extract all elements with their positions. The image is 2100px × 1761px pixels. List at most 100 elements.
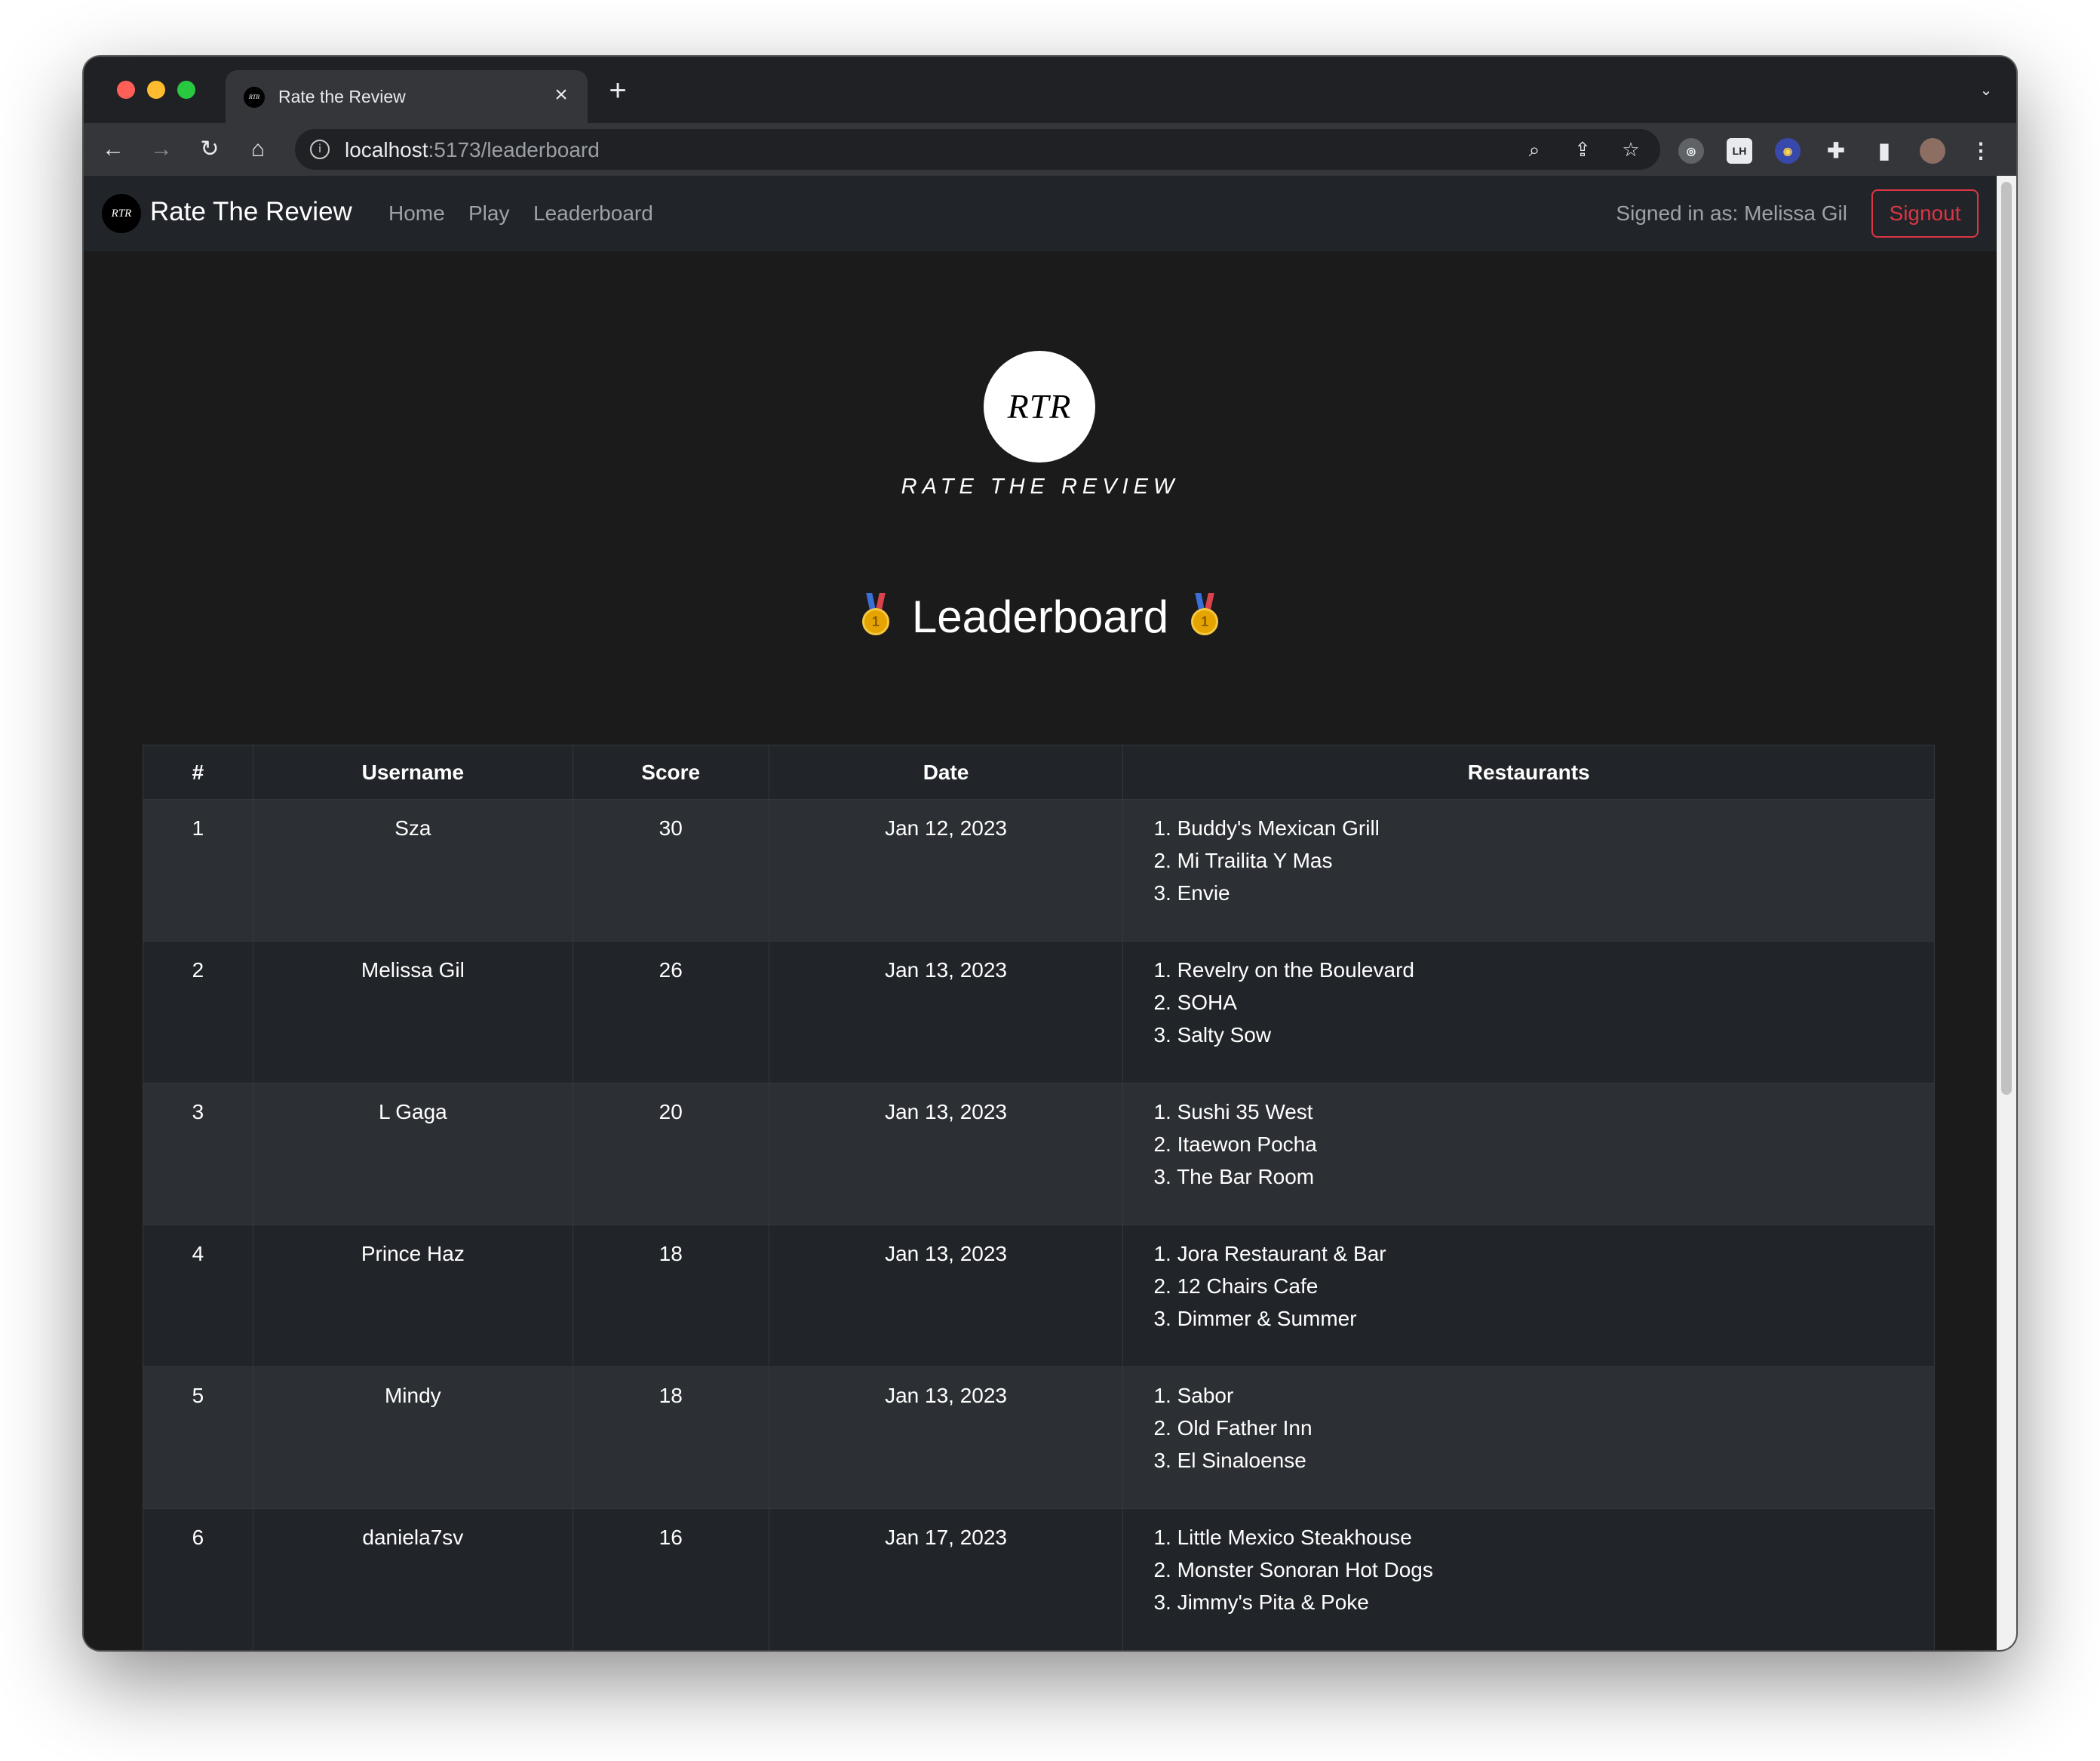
extension-glasses-icon[interactable]: ◎ [1678,138,1704,164]
browser-toolbar: ← → ↻ ⌂ i localhost:5173/leaderboard ⌕ ⇪… [84,123,2016,176]
column-header-username: Username [252,745,573,800]
date-cell: Jan 17, 2023 [768,1508,1124,1650]
brand-name-link[interactable]: Rate The Review [150,197,352,227]
extension-color-icon[interactable]: ◉ [1775,138,1801,164]
nav-home-link[interactable]: Home [388,201,445,226]
username-cell: Mindy [252,1366,573,1509]
tab-search-chevron-icon[interactable]: ⌄ [1977,81,1995,99]
date-cell: Jan 13, 2023 [768,1083,1124,1225]
column-header-date: Date [768,745,1124,800]
score-cell: 26 [572,941,769,1083]
tab-title: Rate the Review [278,87,406,106]
leaderboard-heading: 1 Leaderboard 1 [84,591,1997,643]
leaderboard-title: Leaderboard [911,592,1169,642]
restaurant-item: 3. Salty Sow [1153,1023,1272,1046]
signed-in-text: Signed in as: Melissa Gil [1616,201,1847,225]
score-cell: 18 [572,1225,769,1367]
nav-leaderboard-link[interactable]: Leaderboard [533,201,653,226]
rank-cell: 6 [143,1508,253,1650]
restaurants-cell: 1. Revelry on the Boulevard 2. SOHA 3. Sal… [1122,941,1935,1083]
username-cell: daniela7sv [252,1508,573,1650]
restaurant-item: 3. Jimmy's Pita & Poke [1153,1590,1369,1614]
restaurant-item: 1. Buddy's Mexican Grill [1153,816,1380,840]
page-viewport: RTR Rate The Review Home Play Leaderboar… [84,176,1997,1650]
score-cell: 20 [572,1083,769,1225]
hero-tagline: RATE THE REVIEW [901,475,1180,499]
username-cell: Melissa Gil [252,941,573,1083]
date-cell: Jan 13, 2023 [768,1366,1124,1509]
restaurant-item: 3. Envie [1153,881,1230,905]
rank-cell: 2 [143,941,253,1083]
score-cell: 30 [572,799,769,942]
date-cell: Jan 12, 2023 [768,799,1124,942]
restaurant-item: 1. Sushi 35 West [1153,1100,1313,1123]
column-header-restaurants: Restaurants [1122,745,1935,800]
restaurant-item: 2. 12 Chairs Cafe [1153,1274,1319,1298]
signout-button[interactable]: Signout [1871,189,1979,238]
table-row: 5 Mindy 18 Jan 13, 2023 1. Sabor 2. Old Fathe… [143,1366,1935,1509]
restaurant-item: 3. The Bar Room [1153,1165,1315,1188]
rank-cell: 4 [143,1225,253,1367]
restaurants-cell: 1. Sabor 2. Old Father Inn 3. El Sinaloens… [1122,1366,1935,1509]
date-cell: Jan 13, 2023 [768,1225,1124,1367]
restaurant-item: 3. Dimmer & Summer [1153,1307,1357,1330]
nav-play-link[interactable]: Play [468,201,509,226]
tab-strip: RTR Rate the Review × + ⌄ [84,57,2016,123]
site-navbar: RTR Rate The Review Home Play Leaderboar… [84,176,1997,251]
address-url[interactable]: localhost:5173/leaderboard [345,138,600,162]
username-cell: Sza [252,799,573,942]
hero-logo: RTR [984,351,1095,463]
rank-cell: 5 [143,1366,253,1509]
restaurant-item: 2. Mi Trailita Y Mas [1153,849,1333,872]
table-row: 6 daniela7sv 16 Jan 17, 2023 1. Little Mexic… [143,1508,1935,1650]
browser-tab[interactable]: RTR Rate the Review × [226,70,588,123]
restaurant-item: 1. Little Mexico Steakhouse [1153,1526,1412,1549]
extensions-puzzle-icon[interactable]: ✚ [1823,138,1849,164]
site-info-icon[interactable]: i [310,140,330,159]
extension-lh-icon[interactable]: LH [1727,138,1752,164]
tab-close-icon[interactable]: × [550,84,573,106]
close-window-button[interactable] [117,81,135,99]
rank-cell: 1 [143,799,253,942]
table-row: 1 Sza 30 Jan 12, 2023 1. Buddy's Mexican Gri… [143,799,1935,942]
new-tab-icon[interactable]: + [604,75,631,106]
forward-arrow-icon[interactable]: → [147,135,176,164]
leaderboard-table: # Username Score Date Restaurants 1 Sza 30… [143,745,1935,1650]
restaurant-item: 2. Itaewon Pocha [1153,1133,1317,1156]
table-header-row: # Username Score Date Restaurants [143,745,1935,800]
tab-favicon-icon: RTR [244,87,265,108]
restaurant-item: 1. Sabor [1153,1384,1234,1407]
share-icon[interactable]: ⇪ [1570,137,1595,162]
address-bar[interactable]: i localhost:5173/leaderboard ⌕ ⇪ ☆ [295,129,1660,170]
medal-icon: 1 [861,593,891,637]
restaurants-cell: 1. Little Mexico Steakhouse 2. Monster So… [1122,1508,1935,1650]
profile-avatar-icon[interactable] [1920,138,1945,164]
date-cell: Jan 13, 2023 [768,941,1124,1083]
score-cell: 18 [572,1366,769,1509]
medal-icon: 1 [1190,593,1220,637]
zoom-icon[interactable]: ⌕ [1521,137,1547,162]
table-row: 3L Gaga 20 Jan 13, 2023 1. Sushi 35 West 2. … [143,1083,1935,1225]
restaurants-cell: 1. Sushi 35 West 2. Itaewon Pocha 3. The B… [1122,1083,1935,1225]
username-cell: L Gaga [252,1083,573,1225]
bookmark-star-icon[interactable]: ☆ [1618,137,1644,162]
brand-logo-icon[interactable]: RTR [102,194,141,233]
browser-menu-icon[interactable]: ⋮ [1968,138,1994,164]
column-header-score: Score [572,745,769,800]
restaurant-item: 1. Revelry on the Boulevard [1153,958,1414,982]
maximize-window-button[interactable] [177,81,195,99]
page-scrollbar[interactable] [1997,176,2016,1650]
rank-cell: 3 [143,1083,253,1225]
restaurant-item: 3. El Sinaloense [1153,1449,1306,1472]
table-row: 4 Prince Haz 18 Jan 13, 2023 1. Jora Restaur… [143,1225,1935,1367]
home-icon[interactable]: ⌂ [244,135,272,164]
side-panel-icon[interactable]: ▮ [1871,138,1897,164]
back-arrow-icon[interactable]: ← [99,135,127,164]
restaurant-item: 2. SOHA [1153,991,1237,1014]
restaurant-item: 2. Monster Sonoran Hot Dogs [1153,1558,1433,1581]
reload-icon[interactable]: ↻ [195,135,224,164]
table-row: 2 Melissa Gil 26 Jan 13, 2023 1. Revelry on … [143,941,1935,1083]
minimize-window-button[interactable] [147,81,165,99]
column-header-rank: # [143,745,253,800]
scrollbar-thumb[interactable] [2001,182,2012,1095]
